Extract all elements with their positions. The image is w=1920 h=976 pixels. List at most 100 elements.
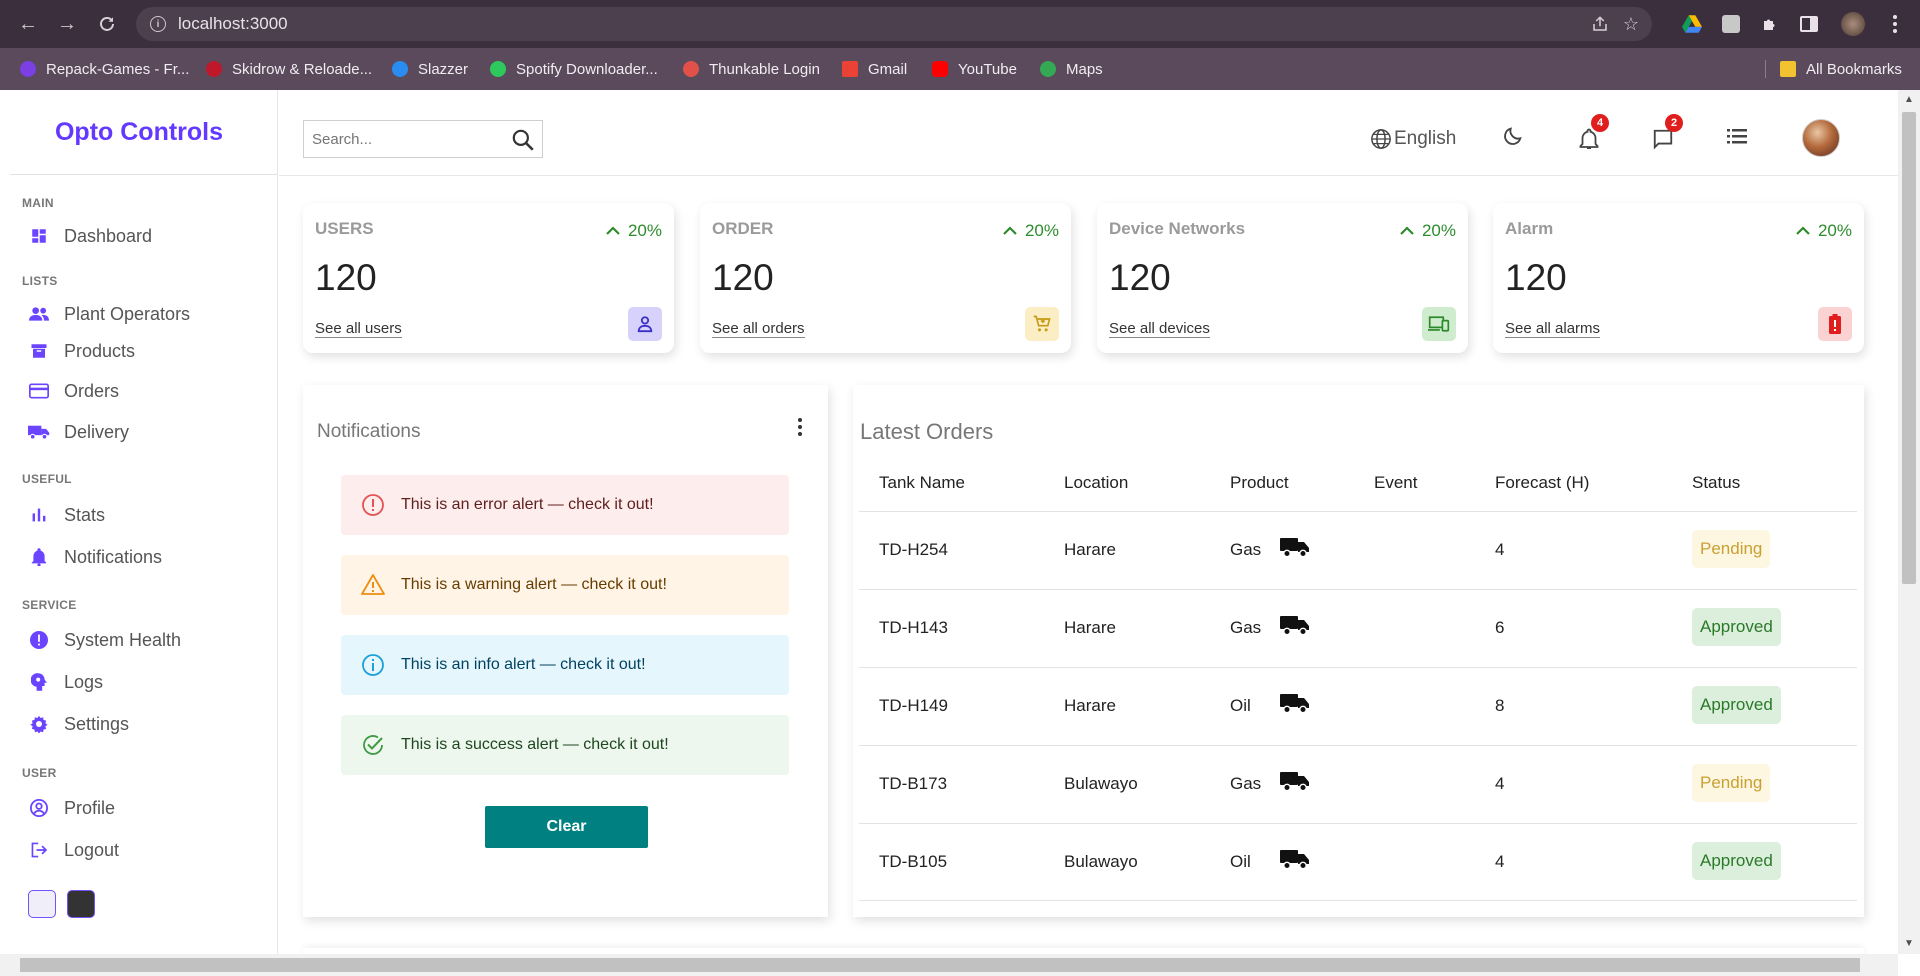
reload-icon[interactable]	[95, 12, 119, 36]
check-circle-outline-icon	[363, 735, 383, 755]
user-avatar[interactable]	[1802, 119, 1840, 157]
bookmark-skidrow[interactable]: Skidrow & Reloade...	[206, 48, 372, 90]
widget-order: ORDER 20% 120 See all orders	[700, 203, 1071, 353]
status-badge: Pending	[1692, 764, 1771, 802]
forward-icon[interactable]: →	[55, 12, 79, 36]
sidebar-item-system-health[interactable]: System Health	[28, 626, 181, 654]
extensions-puzzle-icon[interactable]	[1758, 12, 1782, 36]
horizontal-scrollbar-thumb[interactable]	[20, 958, 1860, 972]
search-input[interactable]	[310, 129, 500, 149]
search-icon[interactable]	[510, 127, 536, 153]
alert-text: This is an error alert — check it out!	[401, 496, 654, 513]
language-selector[interactable]: English	[1370, 120, 1456, 158]
bookmark-youtube[interactable]: YouTube	[932, 48, 1017, 90]
cell-forecast: 4	[1495, 774, 1505, 793]
credit-card-icon	[28, 380, 50, 402]
cell-product: Gas	[1230, 774, 1262, 793]
light-theme-swatch[interactable]	[28, 890, 56, 918]
widget-percentage: 20%	[1400, 221, 1456, 241]
bookmark-gmail[interactable]: Gmail	[842, 48, 907, 90]
back-icon[interactable]: ←	[16, 12, 40, 36]
see-all-users-link[interactable]: See all users	[315, 321, 402, 338]
truck-icon	[1280, 694, 1309, 714]
sidebar-item-stats[interactable]: Stats	[28, 501, 105, 529]
person-icon	[628, 307, 662, 341]
scroll-down-icon[interactable]: ▼	[1904, 938, 1914, 949]
dark-mode-toggle[interactable]	[1502, 120, 1524, 158]
dark-theme-swatch[interactable]	[67, 890, 95, 918]
bookmark-label: Repack-Games - Fr...	[46, 60, 190, 78]
side-panel-icon[interactable]	[1797, 12, 1821, 36]
sidebar-item-label: Notifications	[64, 546, 163, 567]
bookmark-repack-games[interactable]: Repack-Games - Fr...	[20, 48, 189, 90]
widget-count: 120	[712, 257, 774, 298]
see-all-orders-link[interactable]: See all orders	[712, 321, 805, 338]
column-header-status[interactable]: Status	[1692, 473, 1740, 493]
bookmark-spotify-downloader[interactable]: Spotify Downloader...	[490, 48, 658, 90]
menu-kebab-icon[interactable]	[1883, 12, 1907, 36]
all-bookmarks[interactable]: All Bookmarks	[1780, 48, 1902, 90]
clear-button[interactable]: Clear	[485, 806, 648, 848]
widget-title: Alarm	[1505, 219, 1554, 238]
column-header-location[interactable]: Location	[1064, 473, 1128, 493]
bookmark-maps[interactable]: Maps	[1040, 48, 1103, 90]
see-all-devices-link[interactable]: See all devices	[1109, 321, 1210, 338]
bookmark-label: Slazzer	[418, 60, 469, 78]
column-header-tank-name[interactable]: Tank Name	[879, 473, 965, 493]
sidebar-item-settings[interactable]: Settings	[28, 710, 129, 738]
section-title-service: SERVICE	[22, 598, 77, 612]
notifications-button[interactable]: 4	[1577, 114, 1609, 158]
bookmark-favicon-icon	[842, 61, 858, 77]
table-row[interactable]: TD-H254 Harare Gas 4 Pending	[859, 511, 1857, 589]
column-header-product[interactable]: Product	[1230, 473, 1289, 493]
bookmarks-separator	[1765, 60, 1766, 78]
devices-icon	[1422, 307, 1456, 341]
notifications-panel: Notifications This is an error alert — c…	[303, 385, 828, 917]
bell-icon	[28, 546, 50, 568]
table-row[interactable]: TD-B105 Bulawayo Oil 4 Approved	[859, 823, 1857, 901]
sidebar-item-dashboard[interactable]: Dashboard	[28, 222, 152, 250]
column-header-forecast[interactable]: Forecast (H)	[1495, 473, 1589, 493]
bookmark-star-icon[interactable]: ☆	[1620, 13, 1642, 35]
extension-icon[interactable]	[1719, 12, 1743, 36]
scroll-up-icon[interactable]: ▲	[1904, 94, 1914, 105]
sidebar-item-products[interactable]: Products	[28, 337, 135, 365]
error-outline-icon	[362, 494, 384, 516]
more-options-icon[interactable]	[790, 413, 810, 441]
site-info-icon[interactable]: i	[150, 16, 166, 32]
sidebar-item-delivery[interactable]: Delivery	[28, 418, 129, 446]
table-row[interactable]: TD-H149 Harare Oil 8 Approved	[859, 667, 1857, 745]
app-logo[interactable]: Opto Controls	[0, 90, 278, 174]
cell-product: Oil	[1230, 852, 1251, 871]
table-row[interactable]: TD-B173 Bulawayo Gas 4 Pending	[859, 745, 1857, 823]
sidebar-item-logout[interactable]: Logout	[28, 836, 119, 864]
bookmark-slazzer[interactable]: Slazzer	[392, 48, 468, 90]
list-menu-button[interactable]	[1727, 120, 1747, 158]
bookmark-label: Maps	[1066, 60, 1103, 78]
sidebar-item-profile[interactable]: Profile	[28, 794, 115, 822]
profile-avatar-icon[interactable]	[1841, 12, 1865, 36]
google-drive-icon[interactable]	[1680, 12, 1704, 36]
vertical-scrollbar-thumb[interactable]	[1902, 112, 1916, 584]
see-all-alarms-link[interactable]: See all alarms	[1505, 321, 1601, 338]
sidebar-item-notifications[interactable]: Notifications	[28, 543, 162, 571]
sidebar-item-logs[interactable]: Logs	[28, 668, 103, 696]
list-icon	[1727, 128, 1747, 150]
cell-product: Gas	[1230, 540, 1262, 559]
bookmark-thunkable[interactable]: Thunkable Login	[683, 48, 820, 90]
address-bar[interactable]: i localhost:3000 ☆	[136, 7, 1652, 41]
sidebar-item-plant-operators[interactable]: Plant Operators	[28, 300, 190, 328]
alert-warning: This is a warning alert — check it out!	[341, 555, 789, 615]
alert-text: This is a warning alert — check it out!	[401, 576, 667, 593]
messages-button[interactable]: 2	[1651, 114, 1683, 158]
cart-icon	[1025, 307, 1059, 341]
column-header-event[interactable]: Event	[1374, 473, 1417, 493]
section-title-useful: USEFUL	[22, 472, 72, 486]
all-bookmarks-label: All Bookmarks	[1806, 60, 1902, 78]
table-row[interactable]: TD-H143 Harare Gas 6 Approved	[859, 589, 1857, 667]
cell-tank-name: TD-B173	[879, 774, 948, 793]
sidebar-item-orders[interactable]: Orders	[28, 377, 119, 405]
share-icon[interactable]	[1589, 13, 1611, 35]
archive-box-icon	[28, 340, 50, 362]
widget-count: 120	[315, 257, 377, 298]
